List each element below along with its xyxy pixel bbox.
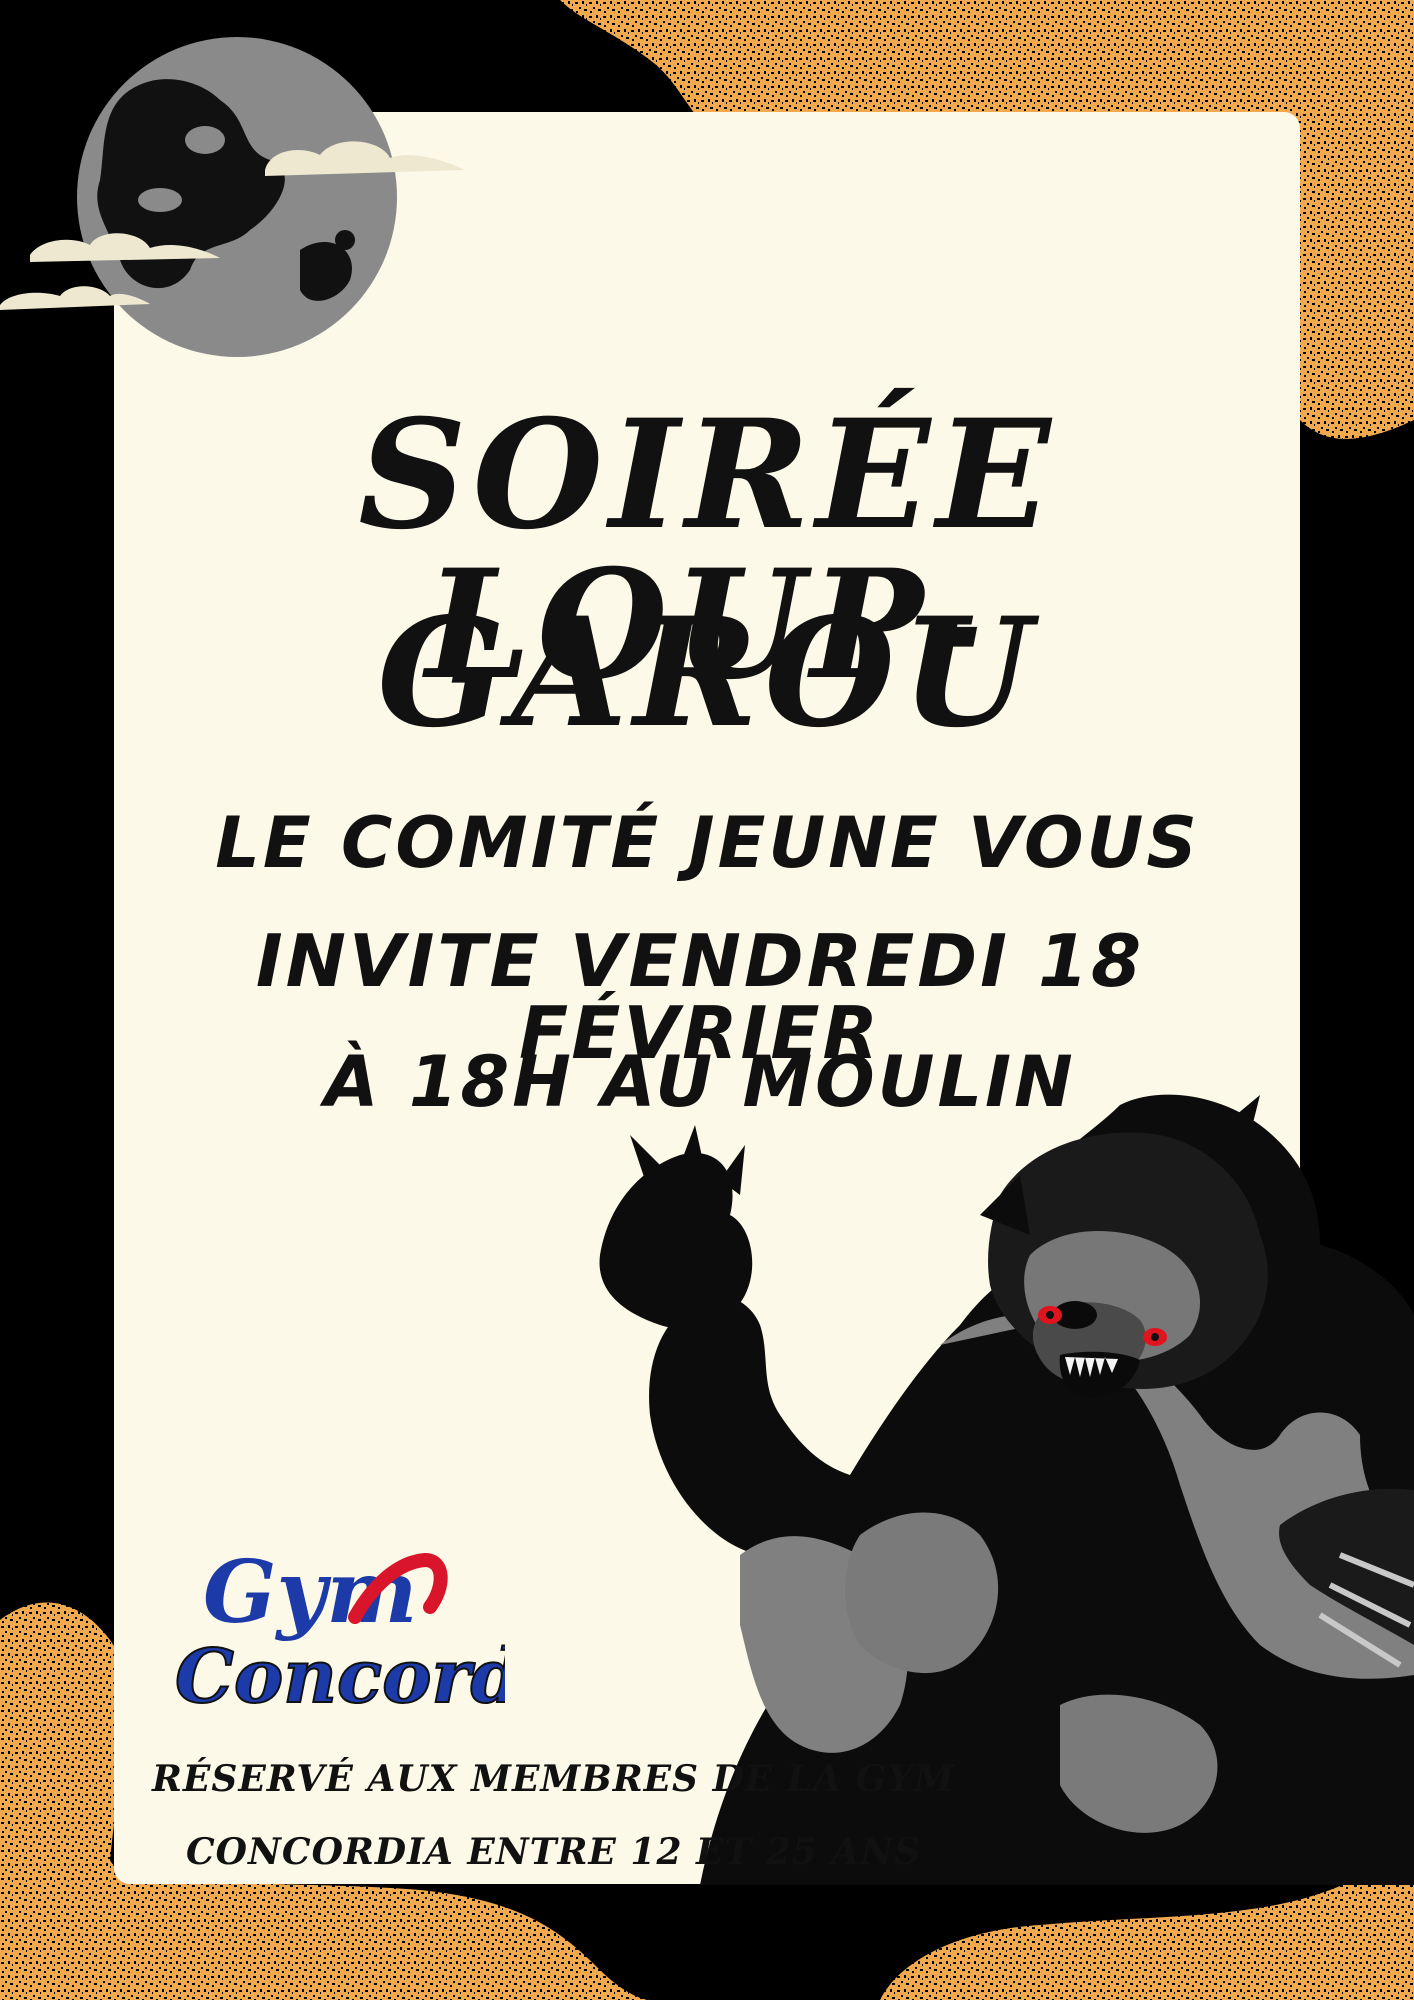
poster: SOIRÉE LOUP- GAROU LE COMITÉ JEUNE VOUS … [0,0,1414,2000]
gym-concordia-logo: Gym Concordia [175,1542,505,1721]
logo-concordia-text: Concordia [175,1634,505,1720]
invite-line-1: LE COMITÉ JEUNE VOUS [215,802,1200,884]
footer-line-1: RÉSERVÉ AUX MEMBRES DE LA GYM [152,1758,955,1800]
title-line-2: GAROU [377,585,1038,761]
logo-gym-text: Gym [203,1542,417,1643]
footer-line-2: CONCORDIA ENTRE 12 ET 25 ANS [186,1831,922,1873]
